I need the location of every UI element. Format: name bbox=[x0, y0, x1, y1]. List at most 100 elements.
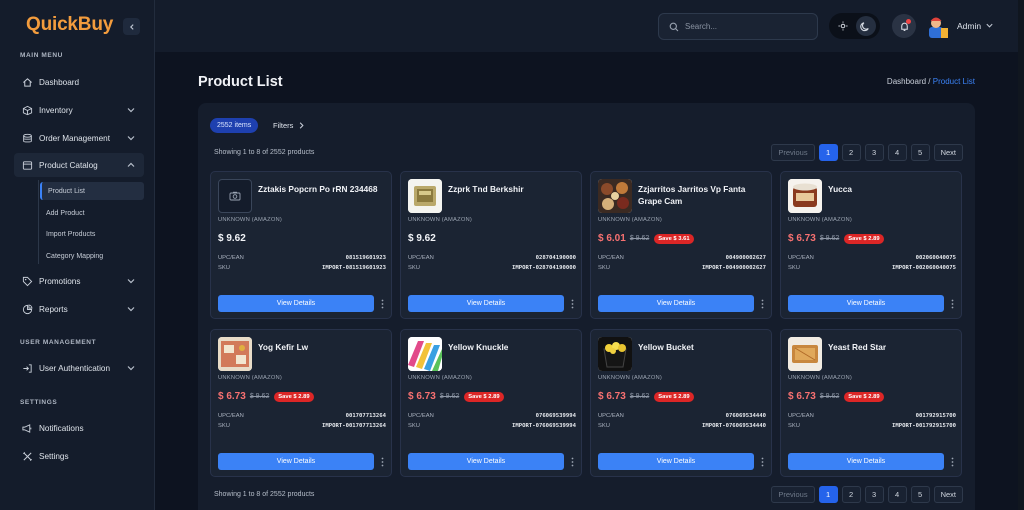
price-row: $ 9.62 bbox=[218, 233, 246, 244]
more-options-button[interactable] bbox=[377, 297, 387, 310]
more-options-button[interactable] bbox=[947, 455, 957, 468]
showing-text-top: Showing 1 to 8 of 2552 products bbox=[214, 149, 315, 156]
notifications-button[interactable] bbox=[892, 14, 916, 38]
sidebar-subitem-add-product[interactable]: Add Product bbox=[40, 204, 144, 222]
more-options-button[interactable] bbox=[947, 297, 957, 310]
chevron-down-icon[interactable] bbox=[985, 21, 994, 30]
breadcrumb-dashboard-link[interactable]: Dashboard / bbox=[887, 77, 931, 86]
previous-page-button[interactable]: Previous bbox=[771, 486, 815, 503]
sidebar: QuickBuy MAIN MENU Dashboard Inventory O… bbox=[0, 0, 155, 510]
price-row: $ 6.73 $ 9.62 Save $ 2.89 bbox=[408, 391, 504, 402]
sidebar-subitem-product-list[interactable]: Product List bbox=[40, 182, 144, 200]
view-details-button[interactable]: View Details bbox=[788, 453, 944, 470]
page-button-2[interactable]: 2 bbox=[841, 144, 861, 161]
dark-mode-button[interactable] bbox=[855, 16, 876, 36]
product-image bbox=[218, 337, 252, 371]
price-row: $ 9.62 bbox=[408, 233, 436, 244]
sidebar-item-label: Promotions bbox=[39, 276, 81, 286]
sidebar-subitem-import-products[interactable]: Import Products bbox=[40, 225, 144, 243]
sku-row: SKU IMPORT-002060040075 bbox=[788, 265, 956, 271]
user-avatar[interactable] bbox=[926, 14, 950, 38]
sidebar-subitem-category-mapping[interactable]: Category Mapping bbox=[40, 247, 144, 265]
sidebar-item-label: Dashboard bbox=[39, 77, 80, 87]
sku-row: SKU IMPORT-028704190000 bbox=[408, 265, 576, 271]
search-box[interactable] bbox=[658, 13, 818, 40]
search-input[interactable] bbox=[685, 22, 805, 31]
product-name[interactable]: Zzjarritos Jarritos Vp Fanta Grape Cam bbox=[638, 183, 766, 207]
view-details-button[interactable]: View Details bbox=[408, 453, 564, 470]
box-icon bbox=[21, 104, 33, 116]
product-name[interactable]: Yog Kefir Lw bbox=[258, 341, 386, 353]
filters-button[interactable]: Filters bbox=[273, 118, 306, 133]
page-button-3[interactable]: 3 bbox=[864, 486, 884, 503]
view-details-button[interactable]: View Details bbox=[598, 453, 754, 470]
page-button-5[interactable]: 5 bbox=[910, 144, 930, 161]
sidebar-item-product-catalog[interactable]: Product Catalog bbox=[14, 153, 144, 177]
view-details-button[interactable]: View Details bbox=[788, 295, 944, 312]
page-button-2[interactable]: 2 bbox=[841, 486, 861, 503]
view-details-button[interactable]: View Details bbox=[408, 295, 564, 312]
section-label-main: MAIN MENU bbox=[20, 52, 63, 59]
product-name[interactable]: Zztakis Popcrn Po rRN 234468 bbox=[258, 183, 386, 195]
next-page-button[interactable]: Next bbox=[933, 144, 963, 161]
megaphone-icon bbox=[21, 422, 33, 434]
sidebar-collapse-button[interactable] bbox=[123, 18, 140, 35]
more-options-button[interactable] bbox=[377, 455, 387, 468]
page-scrollbar[interactable] bbox=[1018, 0, 1024, 510]
showing-text-bottom: Showing 1 to 8 of 2552 products bbox=[214, 491, 315, 498]
page-button-4[interactable]: 4 bbox=[887, 144, 907, 161]
sidebar-item-inventory[interactable]: Inventory bbox=[14, 98, 144, 122]
price-row: $ 6.01 $ 9.62 Save $ 3.61 bbox=[598, 233, 694, 244]
product-grid: Zztakis Popcrn Po rRN 234468 UNKNOWN (AM… bbox=[210, 171, 963, 477]
previous-page-button[interactable]: Previous bbox=[771, 144, 815, 161]
sidebar-item-user-authentication[interactable]: User Authentication bbox=[14, 356, 144, 380]
save-badge: Save $ 3.61 bbox=[654, 233, 694, 244]
chevron-up-icon bbox=[127, 162, 135, 167]
user-name[interactable]: Admin bbox=[957, 21, 981, 31]
page-button-1[interactable]: 1 bbox=[818, 486, 838, 503]
brand-logo[interactable]: QuickBuy bbox=[26, 14, 113, 36]
sidebar-item-reports[interactable]: Reports bbox=[14, 297, 144, 321]
more-options-button[interactable] bbox=[757, 455, 767, 468]
sidebar-item-notifications[interactable]: Notifications bbox=[14, 416, 144, 440]
page-button-5[interactable]: 5 bbox=[910, 486, 930, 503]
view-details-button[interactable]: View Details bbox=[218, 453, 374, 470]
view-details-button[interactable]: View Details bbox=[598, 295, 754, 312]
page-button-3[interactable]: 3 bbox=[864, 144, 884, 161]
price-row: $ 6.73 $ 9.62 Save $ 2.89 bbox=[218, 391, 314, 402]
more-options-button[interactable] bbox=[567, 297, 577, 310]
page-button-4[interactable]: 4 bbox=[887, 486, 907, 503]
product-image bbox=[598, 179, 632, 213]
light-mode-button[interactable] bbox=[833, 16, 853, 36]
view-details-button[interactable]: View Details bbox=[218, 295, 374, 312]
more-options-button[interactable] bbox=[757, 297, 767, 310]
sidebar-item-promotions[interactable]: Promotions bbox=[14, 269, 144, 293]
sidebar-item-dashboard[interactable]: Dashboard bbox=[14, 70, 144, 94]
more-options-button[interactable] bbox=[567, 455, 577, 468]
sidebar-item-label: Product Catalog bbox=[39, 160, 98, 170]
product-name[interactable]: Yellow Knuckle bbox=[448, 341, 576, 353]
next-page-button[interactable]: Next bbox=[933, 486, 963, 503]
product-name[interactable]: Yellow Bucket bbox=[638, 341, 766, 353]
page-button-1[interactable]: 1 bbox=[818, 144, 838, 161]
product-name[interactable]: Yeast Red Star bbox=[828, 341, 956, 353]
product-brand: UNKNOWN (AMAZON) bbox=[788, 375, 853, 381]
sidebar-item-settings[interactable]: Settings bbox=[14, 444, 144, 468]
section-label-user-management: USER MANAGEMENT bbox=[20, 339, 97, 346]
sidebar-item-label: Order Management bbox=[39, 133, 110, 143]
sku-value: IMPORT-001707713264 bbox=[322, 423, 386, 429]
upc-row: UPC/EAN 001792915700 bbox=[788, 413, 956, 419]
more-vertical-icon bbox=[571, 457, 573, 466]
sku-value: IMPORT-081519601923 bbox=[322, 265, 386, 271]
product-price: $ 9.62 bbox=[218, 233, 246, 244]
product-name[interactable]: Yucca bbox=[828, 183, 956, 195]
sidebar-item-order-management[interactable]: Order Management bbox=[14, 126, 144, 150]
upc-value: 002060040075 bbox=[915, 255, 956, 261]
moon-icon bbox=[860, 21, 869, 31]
product-name[interactable]: Zzprk Tnd Berkshir bbox=[448, 183, 576, 195]
product-brand: UNKNOWN (AMAZON) bbox=[408, 217, 473, 223]
upc-row: UPC/EAN 076069539994 bbox=[408, 413, 576, 419]
theme-toggle[interactable] bbox=[829, 13, 880, 39]
sku-row: SKU IMPORT-004900002627 bbox=[598, 265, 766, 271]
notification-dot bbox=[906, 19, 911, 24]
